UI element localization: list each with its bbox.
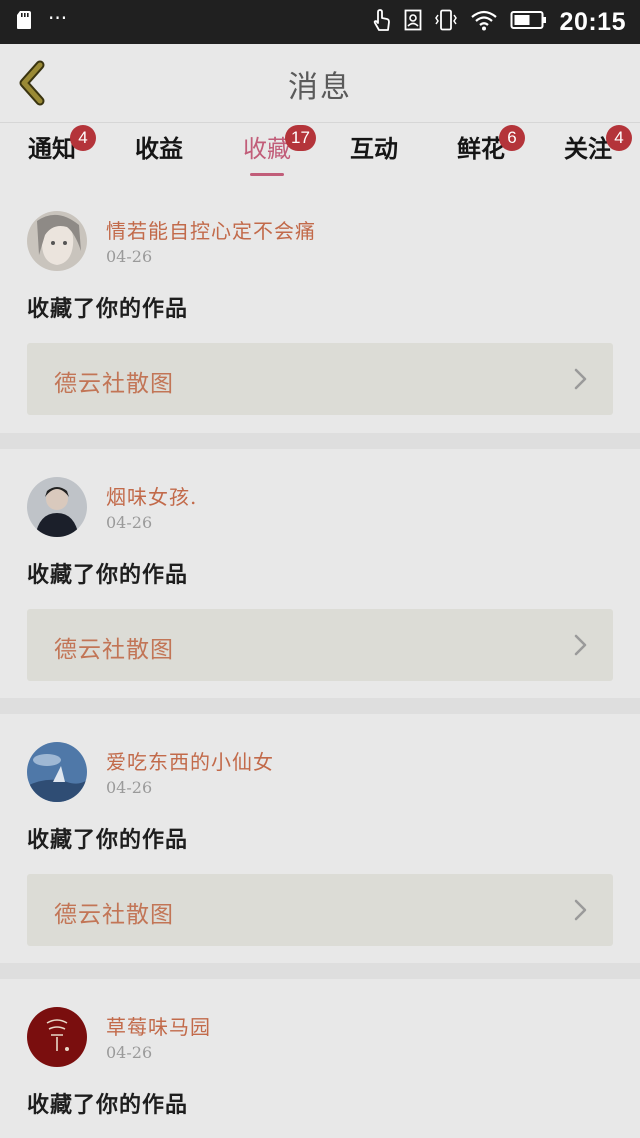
- unread-badge: 17: [285, 125, 316, 151]
- active-tab-indicator: [250, 173, 284, 176]
- tab-bar: 通知 4 收益 收藏 17 互动 鲜花 6 关注 4: [0, 123, 640, 183]
- portrait-icon: [404, 9, 422, 35]
- username[interactable]: 爱吃东西的小仙女: [106, 746, 274, 775]
- message-card: 草莓味马园 04-26 收藏了你的作品: [0, 979, 640, 1138]
- username[interactable]: 情若能自控心定不会痛: [106, 215, 316, 244]
- unread-badge: 6: [499, 125, 525, 151]
- wifi-icon: [470, 9, 498, 35]
- message-card: 情若能自控心定不会痛 04-26 收藏了你的作品 德云社散图: [0, 183, 640, 433]
- tab-interactions[interactable]: 互动: [334, 133, 414, 165]
- message-card: 爱吃东西的小仙女 04-26 收藏了你的作品 德云社散图: [0, 714, 640, 963]
- message-card: 烟味女孩. 04-26 收藏了你的作品 德云社散图: [0, 449, 640, 698]
- chevron-right-icon: [573, 898, 589, 922]
- message-date: 04-26: [106, 247, 153, 266]
- action-text: 收藏了你的作品: [27, 1092, 189, 1118]
- avatar[interactable]: [27, 477, 87, 537]
- unread-badge: 4: [70, 125, 96, 151]
- work-title: 德云社散图: [54, 637, 174, 663]
- card-divider: [0, 963, 640, 979]
- work-title: 德云社散图: [54, 371, 174, 397]
- message-date: 04-26: [106, 1043, 153, 1062]
- app-header: 消息: [0, 44, 640, 123]
- username[interactable]: 烟味女孩.: [106, 481, 197, 510]
- battery-icon: [510, 10, 548, 34]
- work-link[interactable]: 德云社散图: [27, 343, 613, 415]
- work-title: 德云社散图: [54, 902, 174, 928]
- action-text: 收藏了你的作品: [27, 827, 189, 853]
- avatar[interactable]: [27, 1007, 87, 1067]
- card-divider: [0, 433, 640, 449]
- status-bar: ··· 20:15: [0, 0, 640, 44]
- work-link[interactable]: 德云社散图: [27, 874, 613, 946]
- chevron-right-icon: [573, 633, 589, 657]
- action-text: 收藏了你的作品: [27, 296, 189, 322]
- work-link[interactable]: 德云社散图: [27, 609, 613, 681]
- tab-following[interactable]: 关注 4: [548, 125, 632, 165]
- tab-label: 收益: [135, 134, 183, 163]
- message-date: 04-26: [106, 778, 153, 797]
- username[interactable]: 草莓味马园: [106, 1011, 211, 1040]
- page-title: 消息: [288, 70, 352, 105]
- card-divider: [0, 698, 640, 714]
- unread-badge: 4: [606, 125, 632, 151]
- tab-notifications[interactable]: 通知 4: [12, 125, 96, 165]
- sd-card-icon: [16, 10, 32, 34]
- clock-time: 20:15: [559, 7, 626, 36]
- tab-earnings[interactable]: 收益: [119, 133, 199, 165]
- avatar[interactable]: [27, 211, 87, 271]
- chevron-right-icon: [573, 367, 589, 391]
- tab-label: 互动: [350, 134, 398, 163]
- tab-favorites[interactable]: 收藏 17: [227, 125, 316, 176]
- tab-flowers[interactable]: 鲜花 6: [441, 125, 525, 165]
- more-dots-icon: ···: [48, 6, 68, 30]
- action-text: 收藏了你的作品: [27, 562, 189, 588]
- touch-icon: [372, 8, 392, 36]
- vibrate-icon: [434, 9, 458, 35]
- message-date: 04-26: [106, 513, 153, 532]
- avatar[interactable]: [27, 742, 87, 802]
